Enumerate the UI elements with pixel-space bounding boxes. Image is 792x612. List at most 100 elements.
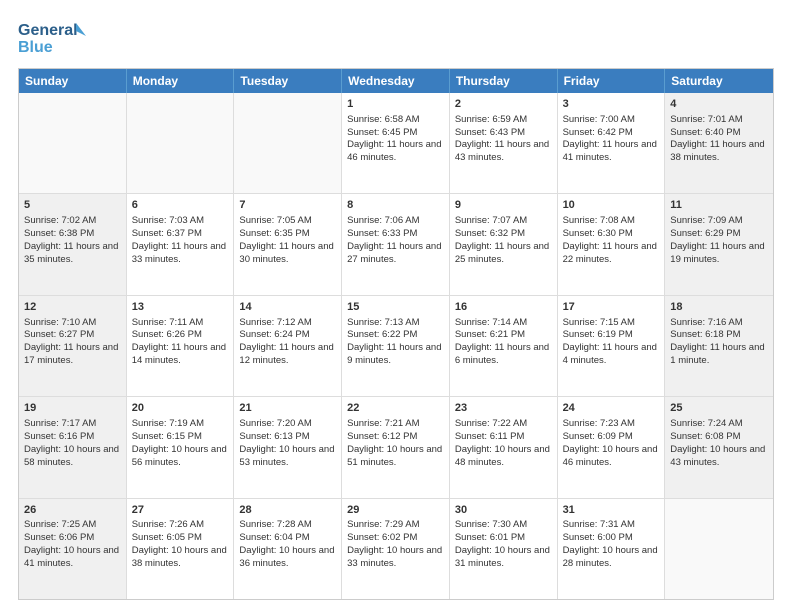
- day-number: 18: [670, 300, 768, 315]
- day-number: 6: [132, 198, 229, 213]
- sunrise-text: Sunrise: 7:29 AM: [347, 519, 419, 530]
- day-number: 20: [132, 401, 229, 416]
- day-cell-10: 10Sunrise: 7:08 AMSunset: 6:30 PMDayligh…: [558, 194, 666, 294]
- day-cell-25: 25Sunrise: 7:24 AMSunset: 6:08 PMDayligh…: [665, 397, 773, 497]
- weekday-header-saturday: Saturday: [665, 69, 773, 93]
- sunset-text: Sunset: 6:13 PM: [239, 431, 309, 442]
- day-cell-9: 9Sunrise: 7:07 AMSunset: 6:32 PMDaylight…: [450, 194, 558, 294]
- day-cell-22: 22Sunrise: 7:21 AMSunset: 6:12 PMDayligh…: [342, 397, 450, 497]
- daylight-text: Daylight: 11 hours and 27 minutes.: [347, 241, 441, 265]
- day-number: 5: [24, 198, 121, 213]
- day-number: 13: [132, 300, 229, 315]
- sunrise-text: Sunrise: 7:26 AM: [132, 519, 204, 530]
- calendar-row-1: 5Sunrise: 7:02 AMSunset: 6:38 PMDaylight…: [19, 194, 773, 295]
- sunset-text: Sunset: 6:38 PM: [24, 228, 94, 239]
- sunset-text: Sunset: 6:00 PM: [563, 532, 633, 543]
- sunset-text: Sunset: 6:37 PM: [132, 228, 202, 239]
- sunrise-text: Sunrise: 6:58 AM: [347, 114, 419, 125]
- sunset-text: Sunset: 6:43 PM: [455, 127, 525, 138]
- sunrise-text: Sunrise: 7:20 AM: [239, 418, 311, 429]
- weekday-header-tuesday: Tuesday: [234, 69, 342, 93]
- sunrise-text: Sunrise: 7:30 AM: [455, 519, 527, 530]
- sunset-text: Sunset: 6:12 PM: [347, 431, 417, 442]
- sunrise-text: Sunrise: 7:12 AM: [239, 317, 311, 328]
- svg-text:Blue: Blue: [18, 39, 53, 56]
- sunset-text: Sunset: 6:21 PM: [455, 329, 525, 340]
- day-cell-4: 4Sunrise: 7:01 AMSunset: 6:40 PMDaylight…: [665, 93, 773, 193]
- daylight-text: Daylight: 10 hours and 36 minutes.: [239, 545, 334, 569]
- day-cell-19: 19Sunrise: 7:17 AMSunset: 6:16 PMDayligh…: [19, 397, 127, 497]
- sunrise-text: Sunrise: 7:17 AM: [24, 418, 96, 429]
- daylight-text: Daylight: 10 hours and 48 minutes.: [455, 444, 550, 468]
- sunset-text: Sunset: 6:22 PM: [347, 329, 417, 340]
- sunset-text: Sunset: 6:32 PM: [455, 228, 525, 239]
- day-cell-20: 20Sunrise: 7:19 AMSunset: 6:15 PMDayligh…: [127, 397, 235, 497]
- empty-cell-0-0: [19, 93, 127, 193]
- day-cell-7: 7Sunrise: 7:05 AMSunset: 6:35 PMDaylight…: [234, 194, 342, 294]
- day-cell-23: 23 Sunrise: 7:22 AM Sunset: 6:11 PM Dayligh…: [450, 397, 558, 497]
- sunset-text: Sunset: 6:09 PM: [563, 431, 633, 442]
- day-number: 24: [563, 401, 660, 416]
- sunset-text: Sunset: 6:02 PM: [347, 532, 417, 543]
- sunrise-text: Sunrise: 7:25 AM: [24, 519, 96, 530]
- sunset-text: Sunset: 6:11 PM: [455, 431, 525, 442]
- daylight-text: Daylight: 10 hours and 38 minutes.: [132, 545, 227, 569]
- day-cell-13: 13Sunrise: 7:11 AMSunset: 6:26 PMDayligh…: [127, 296, 235, 396]
- day-cell-26: 26Sunrise: 7:25 AMSunset: 6:06 PMDayligh…: [19, 499, 127, 599]
- daylight-text: Daylight: 11 hours and 30 minutes.: [239, 241, 333, 265]
- daylight-text: Daylight: 11 hours and 19 minutes.: [670, 241, 764, 265]
- daylight-text: Daylight: 11 hours and 43 minutes.: [455, 139, 549, 163]
- sunrise-text: Sunrise: 7:24 AM: [670, 418, 742, 429]
- day-cell-14: 14Sunrise: 7:12 AMSunset: 6:24 PMDayligh…: [234, 296, 342, 396]
- day-number: 23: [455, 401, 552, 416]
- day-number: 16: [455, 300, 552, 315]
- day-cell-21: 21Sunrise: 7:20 AMSunset: 6:13 PMDayligh…: [234, 397, 342, 497]
- sunrise-text: Sunrise: 7:22 AM: [455, 418, 527, 429]
- svg-text:General: General: [18, 22, 78, 39]
- sunrise-text: Sunrise: 7:09 AM: [670, 215, 742, 226]
- day-number: 14: [239, 300, 336, 315]
- day-cell-8: 8Sunrise: 7:06 AMSunset: 6:33 PMDaylight…: [342, 194, 450, 294]
- day-cell-24: 24Sunrise: 7:23 AMSunset: 6:09 PMDayligh…: [558, 397, 666, 497]
- daylight-text: Daylight: 11 hours and 46 minutes.: [347, 139, 441, 163]
- daylight-text: Daylight: 10 hours and 56 minutes.: [132, 444, 227, 468]
- empty-cell-0-1: [127, 93, 235, 193]
- day-cell-17: 17Sunrise: 7:15 AMSunset: 6:19 PMDayligh…: [558, 296, 666, 396]
- sunset-text: Sunset: 6:29 PM: [670, 228, 740, 239]
- sunset-text: Sunset: 6:05 PM: [132, 532, 202, 543]
- daylight-text: Daylight: 11 hours and 17 minutes.: [24, 342, 118, 366]
- sunset-text: Sunset: 6:30 PM: [563, 228, 633, 239]
- sunrise-text: Sunrise: 7:06 AM: [347, 215, 419, 226]
- calendar-row-4: 26Sunrise: 7:25 AMSunset: 6:06 PMDayligh…: [19, 499, 773, 599]
- sunrise-text: Sunrise: 7:01 AM: [670, 114, 742, 125]
- weekday-header-monday: Monday: [127, 69, 235, 93]
- sunset-text: Sunset: 6:33 PM: [347, 228, 417, 239]
- calendar-body: 1Sunrise: 6:58 AMSunset: 6:45 PMDaylight…: [19, 93, 773, 599]
- day-cell-2: 2Sunrise: 6:59 AMSunset: 6:43 PMDaylight…: [450, 93, 558, 193]
- day-number: 4: [670, 97, 768, 112]
- daylight-text: Daylight: 10 hours and 43 minutes.: [670, 444, 765, 468]
- daylight-text: Daylight: 10 hours and 33 minutes.: [347, 545, 442, 569]
- day-number: 10: [563, 198, 660, 213]
- day-cell-28: 28Sunrise: 7:28 AMSunset: 6:04 PMDayligh…: [234, 499, 342, 599]
- weekday-header-wednesday: Wednesday: [342, 69, 450, 93]
- daylight-text: Daylight: 11 hours and 33 minutes.: [132, 241, 226, 265]
- sunrise-text: Sunrise: 7:21 AM: [347, 418, 419, 429]
- sunrise-text: Sunrise: 7:23 AM: [563, 418, 635, 429]
- day-cell-27: 27Sunrise: 7:26 AMSunset: 6:05 PMDayligh…: [127, 499, 235, 599]
- sunset-text: Sunset: 6:26 PM: [132, 329, 202, 340]
- daylight-text: Daylight: 11 hours and 41 minutes.: [563, 139, 657, 163]
- calendar-row-2: 12Sunrise: 7:10 AMSunset: 6:27 PMDayligh…: [19, 296, 773, 397]
- sunrise-text: Sunrise: 7:31 AM: [563, 519, 635, 530]
- day-cell-11: 11Sunrise: 7:09 AMSunset: 6:29 PMDayligh…: [665, 194, 773, 294]
- day-cell-16: 16Sunrise: 7:14 AMSunset: 6:21 PMDayligh…: [450, 296, 558, 396]
- sunset-text: Sunset: 6:45 PM: [347, 127, 417, 138]
- sunset-text: Sunset: 6:42 PM: [563, 127, 633, 138]
- sunrise-text: Sunrise: 7:13 AM: [347, 317, 419, 328]
- sunrise-text: Sunrise: 7:07 AM: [455, 215, 527, 226]
- day-number: 22: [347, 401, 444, 416]
- sunset-text: Sunset: 6:24 PM: [239, 329, 309, 340]
- daylight-text: Daylight: 10 hours and 28 minutes.: [563, 545, 658, 569]
- empty-cell-0-2: [234, 93, 342, 193]
- day-number: 17: [563, 300, 660, 315]
